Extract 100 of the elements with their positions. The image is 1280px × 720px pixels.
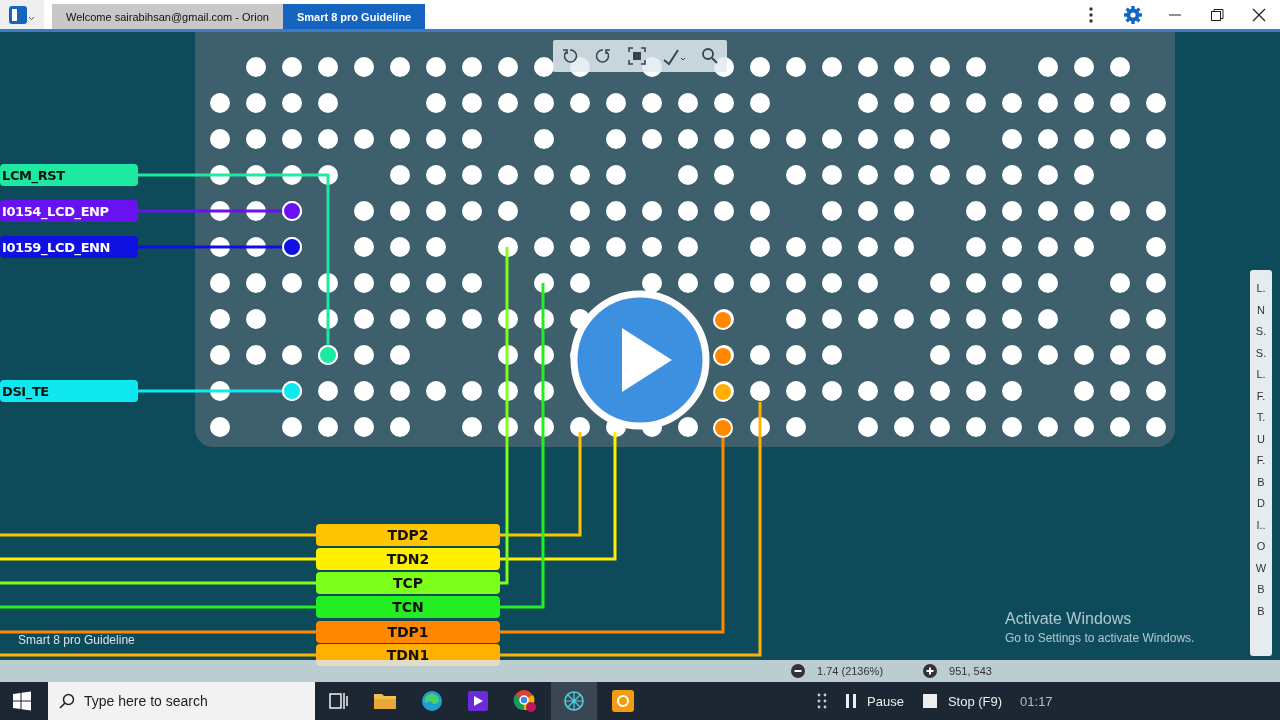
solder-ball [822,381,842,401]
index-letter[interactable]: T. [1256,407,1266,429]
solder-ball [570,165,590,185]
solder-ball [318,165,338,185]
stop-button[interactable]: Stop (F9) [921,693,1003,709]
signal-label: TDP1 [316,621,500,643]
solder-ball [534,345,554,365]
solder-ball [822,201,842,221]
solder-ball [354,309,374,329]
pause-button[interactable]: Pause [845,693,904,709]
solder-ball [282,345,302,365]
solder-ball [822,237,842,257]
activation-hint[interactable]: Go to Settings to activate Windows. [1005,631,1195,645]
tab[interactable]: Welcome sairabihsan@gmail.com - Orion [52,4,283,29]
index-letter[interactable]: F. [1256,385,1266,407]
index-letter[interactable]: S. [1255,342,1267,364]
zoom-out-icon[interactable] [791,664,805,678]
solder-ball [498,417,518,437]
solder-ball [1038,165,1058,185]
solder-ball [858,273,878,293]
solder-ball [750,237,770,257]
solder-ball [570,201,590,221]
windows-start-icon[interactable] [12,691,32,711]
solder-ball [1038,273,1058,293]
solder-ball [930,57,950,77]
solder-ball [858,93,878,113]
index-letter[interactable]: W [1255,557,1267,579]
solder-ball [642,237,662,257]
index-letter[interactable]: F. [1256,450,1266,472]
solder-ball [426,129,446,149]
solder-ball [354,57,374,77]
solder-ball [642,201,662,221]
solder-ball [210,165,230,185]
solder-ball [354,129,374,149]
solder-ball [858,201,878,221]
solder-ball [246,93,266,113]
solder-ball [246,273,266,293]
solder-ball [1110,273,1130,293]
index-letter[interactable]: L. [1256,364,1266,386]
solder-ball [966,93,986,113]
solder-ball [966,201,986,221]
solder-ball [822,129,842,149]
solder-ball [246,309,266,329]
solder-ball [426,237,446,257]
index-letter[interactable]: B [1257,471,1265,493]
solder-ball [1074,381,1094,401]
browser-icon[interactable] [421,690,443,712]
zoom-in-icon[interactable] [923,664,938,678]
solder-ball [246,237,266,257]
drag-handle-icon[interactable] [817,692,827,710]
solder-ball [462,381,482,401]
solder-ball [534,57,554,77]
index-letter[interactable]: B [1257,600,1265,622]
solder-ball [1002,381,1022,401]
solder-ball [462,309,482,329]
solder-ball [462,57,482,77]
app-menu-button[interactable] [0,0,44,29]
index-letter[interactable]: B [1257,579,1265,601]
solder-ball [750,57,770,77]
solder-ball [210,129,230,149]
solder-ball [966,57,986,77]
play-button-icon[interactable] [570,290,710,430]
solder-ball [750,129,770,149]
index-letter[interactable]: D [1257,493,1265,515]
solder-ball [822,165,842,185]
recorder-app-icon[interactable] [611,689,635,713]
solder-ball [1038,201,1058,221]
solder-ball [1146,417,1166,437]
video-editor-icon[interactable] [467,690,489,712]
index-letter[interactable]: U [1257,428,1265,450]
solder-ball [1110,417,1130,437]
signal-label: TCN [316,596,500,618]
solder-ball [390,417,410,437]
chrome-icon[interactable] [513,689,537,713]
taskbar-search-field[interactable]: Type here to search [48,682,315,720]
solder-ball [750,273,770,293]
index-letter[interactable]: S. [1255,321,1267,343]
solder-ball [1110,345,1130,365]
fit-screen-icon[interactable] [627,46,647,66]
solder-ball [426,309,446,329]
solder-ball [678,93,698,113]
solder-ball [714,201,734,221]
solder-ball [210,237,230,257]
solder-ball [1146,201,1166,221]
solder-ball [534,381,554,401]
settings-icon[interactable] [1123,4,1143,25]
solder-ball [534,309,554,329]
index-letter[interactable]: O [1256,536,1266,558]
solder-ball [282,57,302,77]
index-letter[interactable]: L. [1256,278,1266,300]
task-view-icon[interactable] [327,690,349,712]
index-letter[interactable]: I.. [1256,514,1266,536]
index-letter[interactable]: N [1257,299,1265,321]
cursor-coordinates: 951, 543 [949,665,992,677]
solder-ball [894,165,914,185]
tab[interactable]: Smart 8 pro Guideline [282,4,426,29]
solder-ball [426,273,446,293]
solder-ball [1110,201,1130,221]
taskbar-app-button[interactable] [551,682,597,720]
solder-ball [498,57,518,77]
